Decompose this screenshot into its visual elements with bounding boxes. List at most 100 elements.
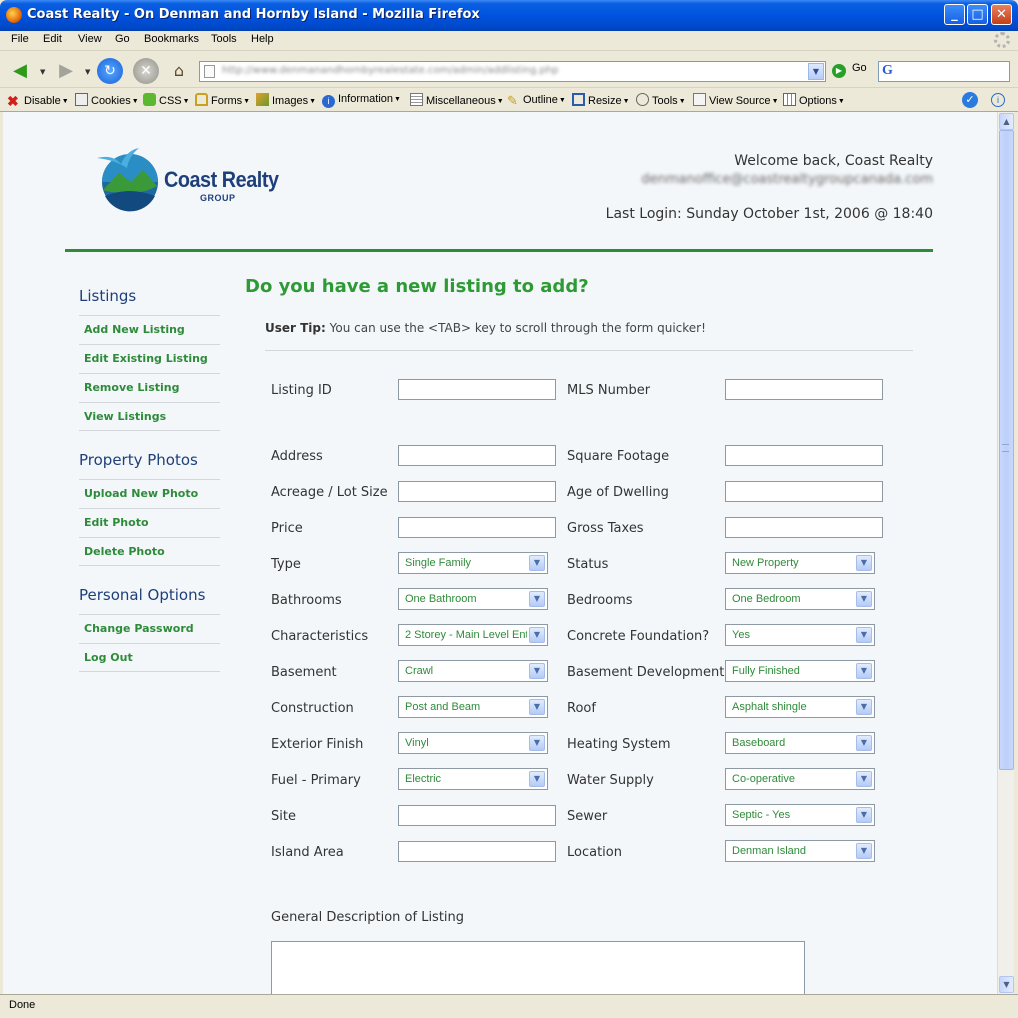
window-titlebar[interactable]: Coast Realty - On Denman and Hornby Isla… xyxy=(0,0,1018,31)
scroll-up-icon[interactable]: ▲ xyxy=(999,113,1014,130)
dev-miscellaneous-menu[interactable]: Miscellaneous▼ xyxy=(410,93,504,107)
menu-view[interactable]: View xyxy=(78,33,102,45)
back-button[interactable]: ◀ xyxy=(7,58,33,84)
exterior-finish-select[interactable]: Vinyl ▼ xyxy=(398,732,548,754)
sidebar-item-upload-new-photo[interactable]: Upload New Photo xyxy=(79,479,220,508)
forward-button[interactable]: ▶ xyxy=(53,58,79,84)
resize-icon xyxy=(572,93,585,106)
type-label: Type xyxy=(271,557,301,572)
basement-development-select[interactable]: Fully Finished ▼ xyxy=(725,660,875,682)
maximize-button[interactable]: □ xyxy=(967,4,988,25)
acreage-input[interactable] xyxy=(398,481,556,502)
menu-file[interactable]: File xyxy=(11,33,29,45)
listing-id-input[interactable] xyxy=(398,379,556,400)
site-label: Site xyxy=(271,809,296,824)
heating-system-select[interactable]: Baseboard ▼ xyxy=(725,732,875,754)
acreage-label: Acreage / Lot Size xyxy=(271,485,388,500)
sidebar-item-remove-listing[interactable]: Remove Listing xyxy=(79,373,220,402)
minimize-button[interactable]: _ xyxy=(944,4,965,25)
sidebar-section-title: Property Photos xyxy=(79,451,198,469)
age-of-dwelling-input[interactable] xyxy=(725,481,883,502)
dev-outline-menu[interactable]: ✎ Outline▼ xyxy=(507,93,566,108)
island-area-input[interactable] xyxy=(398,841,556,862)
scroll-down-icon[interactable]: ▼ xyxy=(999,976,1014,993)
page-viewport: Coast Realty GROUP Welcome back, Coast R… xyxy=(3,112,997,994)
status-select[interactable]: New Property ▼ xyxy=(725,552,875,574)
dev-images-menu[interactable]: Images▼ xyxy=(256,93,316,107)
go-arrow-icon: ▶ xyxy=(832,64,846,78)
type-select[interactable]: Single Family ▼ xyxy=(398,552,548,574)
island-area-label: Island Area xyxy=(271,845,344,860)
sidebar-item-add-new-listing[interactable]: Add New Listing xyxy=(79,315,220,344)
fuel-primary-select[interactable]: Electric ▼ xyxy=(398,768,548,790)
url-bar[interactable]: http://www.denmanandhornbyrealestate.com… xyxy=(199,61,826,82)
sidebar-item-edit-photo[interactable]: Edit Photo xyxy=(79,508,220,537)
gross-taxes-label: Gross Taxes xyxy=(567,521,644,536)
water-supply-select[interactable]: Co-operative ▼ xyxy=(725,768,875,790)
google-icon[interactable]: G xyxy=(882,63,893,79)
sewer-label: Sewer xyxy=(567,809,608,824)
dev-resize-menu[interactable]: Resize▼ xyxy=(572,93,630,107)
description-textarea[interactable] xyxy=(271,941,805,994)
outline-icon: ✎ xyxy=(507,93,518,108)
dev-forms-menu[interactable]: Forms▼ xyxy=(195,93,250,107)
basement-development-label: Basement Development xyxy=(567,665,725,680)
vertical-scrollbar[interactable]: ▲ ▼ xyxy=(997,112,1014,994)
sidebar-section-title: Listings xyxy=(79,287,137,305)
characteristics-select[interactable]: 2 Storey - Main Level Entry ▼ xyxy=(398,624,548,646)
url-dropdown-icon[interactable]: ▼ xyxy=(808,63,824,80)
sidebar-item-change-password[interactable]: Change Password xyxy=(79,614,220,643)
menu-edit[interactable]: Edit xyxy=(43,33,62,45)
menu-tools[interactable]: Tools xyxy=(211,33,237,45)
chevron-down-icon: ▼ xyxy=(529,771,545,787)
dev-disable-menu[interactable]: ✖ Disable▼ xyxy=(7,93,69,109)
square-footage-label: Square Footage xyxy=(567,449,670,464)
dev-view-source-menu[interactable]: View Source▼ xyxy=(693,93,779,107)
square-footage-input[interactable] xyxy=(725,445,883,466)
disable-icon: ✖ xyxy=(7,93,19,109)
stop-button[interactable]: ✕ xyxy=(133,58,159,84)
concrete-foundation-select[interactable]: Yes ▼ xyxy=(725,624,875,646)
go-button[interactable]: ▶ Go xyxy=(832,62,867,78)
menu-help[interactable]: Help xyxy=(251,33,274,45)
roof-select[interactable]: Asphalt shingle ▼ xyxy=(725,696,875,718)
chevron-down-icon: ▼ xyxy=(856,843,872,859)
menu-bookmarks[interactable]: Bookmarks xyxy=(144,33,199,45)
scrollbar-grip xyxy=(1002,444,1009,452)
site-input[interactable] xyxy=(398,805,556,826)
basement-select[interactable]: Crawl ▼ xyxy=(398,660,548,682)
dev-options-menu[interactable]: Options▼ xyxy=(783,93,845,107)
sidebar-item-edit-existing-listing[interactable]: Edit Existing Listing xyxy=(79,344,220,373)
forward-history-dropdown-icon[interactable]: ▼ xyxy=(85,68,90,76)
dev-tools-menu[interactable]: Tools▼ xyxy=(636,93,686,107)
mls-number-input[interactable] xyxy=(725,379,883,400)
price-input[interactable] xyxy=(398,517,556,538)
dev-css-menu[interactable]: CSS▼ xyxy=(143,93,190,107)
menu-bar: File Edit View Go Bookmarks Tools Help xyxy=(0,31,1018,51)
firefox-icon xyxy=(6,7,22,23)
bedrooms-select[interactable]: One Bedroom ▼ xyxy=(725,588,875,610)
location-select[interactable]: Denman Island ▼ xyxy=(725,840,875,862)
close-button[interactable]: ✕ xyxy=(991,4,1012,25)
sidebar-item-log-out[interactable]: Log Out xyxy=(79,643,220,672)
status-bar: Done xyxy=(0,994,1018,1018)
reload-button[interactable]: ↻ xyxy=(97,58,123,84)
info-icon[interactable]: i xyxy=(991,92,1008,107)
status-text: Done xyxy=(9,999,36,1011)
address-input[interactable] xyxy=(398,445,556,466)
bathrooms-select[interactable]: One Bathroom ▼ xyxy=(398,588,548,610)
sidebar-item-delete-photo[interactable]: Delete Photo xyxy=(79,537,220,566)
dev-cookies-menu[interactable]: Cookies▼ xyxy=(75,93,139,107)
validation-ok-icon[interactable]: ✓ xyxy=(962,92,981,108)
home-button[interactable]: ⌂ xyxy=(166,58,192,84)
search-input[interactable]: G xyxy=(878,61,1010,82)
construction-select[interactable]: Post and Beam ▼ xyxy=(398,696,548,718)
menu-go[interactable]: Go xyxy=(115,33,130,45)
back-history-dropdown-icon[interactable]: ▼ xyxy=(40,68,45,76)
miscellaneous-icon xyxy=(410,93,423,106)
gross-taxes-input[interactable] xyxy=(725,517,883,538)
dev-information-menu[interactable]: i Information▼ xyxy=(322,93,401,108)
sidebar-item-view-listings[interactable]: View Listings xyxy=(79,402,220,431)
sewer-select[interactable]: Septic - Yes ▼ xyxy=(725,804,875,826)
chevron-down-icon: ▼ xyxy=(529,591,545,607)
